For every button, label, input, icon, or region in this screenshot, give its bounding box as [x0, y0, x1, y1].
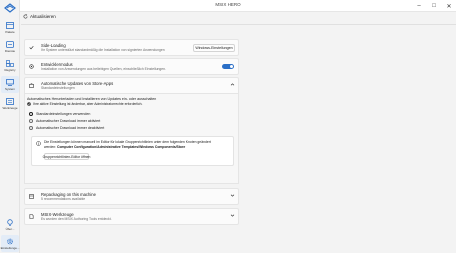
- lightbulb-icon: [6, 218, 15, 226]
- gear-icon: [6, 237, 15, 245]
- minimize-button[interactable]: –: [412, 0, 426, 12]
- group-policy-path: Computer Configuration/Administrative Te…: [57, 144, 186, 149]
- msixtools-card[interactable]: MSIX-Werkzeuge Es wurden den MSIX Author…: [24, 208, 239, 225]
- radio-always-enabled[interactable]: [29, 119, 33, 123]
- sidebar-item-registry[interactable]: Registry: [1, 57, 19, 74]
- sidebar-item-dienste[interactable]: Dienste: [1, 38, 19, 55]
- window-title: MSIX HERO: [215, 2, 241, 7]
- document-icon: [29, 214, 34, 219]
- windows-settings-button[interactable]: Windows-Einstellungen: [193, 44, 235, 52]
- radio-default[interactable]: [29, 112, 33, 116]
- open-group-policy-editor-button[interactable]: Gruppenrichtlinien-Editor öffnen: [43, 153, 90, 160]
- autoupdate-description: Automatisches Herunterladen und Installi…: [27, 97, 157, 101]
- option-always-disabled-label[interactable]: Automatischer Download immer deaktiviert: [36, 126, 104, 130]
- title-bar: MSIX HERO – □ ✕: [0, 0, 456, 12]
- main-content: Aktualisieren Side-Loading Ihr System un…: [21, 12, 456, 253]
- settings-icon: [29, 64, 34, 69]
- registry-icon: [6, 59, 15, 67]
- sideloading-card: Side-Loading Ihr System unterstützt stan…: [24, 39, 239, 56]
- devmode-card: Entwicklermodus Installation von Anwendu…: [24, 58, 239, 75]
- developer-mode-toggle[interactable]: [222, 64, 234, 69]
- refresh-label: Aktualisieren: [30, 14, 56, 19]
- app-logo-icon: [4, 3, 16, 13]
- sidebar-item-label: Dienste: [4, 49, 16, 53]
- card-subtitle: Ihr System unterstützt standardmäßig die…: [41, 48, 165, 52]
- tools-icon: [6, 97, 15, 105]
- repackaging-card[interactable]: Repackaging on this machine 5 recommenda…: [24, 188, 239, 205]
- info-icon: [36, 141, 41, 146]
- check-icon: [29, 45, 34, 50]
- refresh-button[interactable]: Aktualisieren: [23, 14, 56, 19]
- chevron-down-icon[interactable]: [230, 213, 235, 218]
- option-always-enabled-label[interactable]: Automatischer Download immer aktiviert: [36, 119, 100, 123]
- monitor-icon: [6, 78, 15, 86]
- maximize-button[interactable]: □: [427, 0, 441, 12]
- store-icon: [29, 83, 34, 88]
- sidebar-item-label: Über...: [5, 227, 15, 231]
- sidebar-item-settings[interactable]: Einstellunge...: [1, 235, 19, 252]
- card-subtitle: 5 recommendations available: [41, 197, 86, 201]
- autoupdate-card[interactable]: Automatische Updates von Store-Apps Stan…: [24, 77, 239, 94]
- toolbar-divider: [21, 24, 456, 25]
- sidebar-item-label: Werkzeuge: [2, 106, 18, 110]
- chevron-up-icon[interactable]: [230, 82, 235, 87]
- sidebar: Pakete Dienste Registry System Werkzeuge…: [0, 0, 20, 253]
- info-text-line1: Die Einstellungen können manuell im Edit…: [44, 140, 211, 144]
- radio-always-disabled[interactable]: [29, 126, 33, 130]
- close-button[interactable]: ✕: [442, 0, 456, 12]
- card-subtitle: Standardeinstellungen: [41, 86, 75, 90]
- card-subtitle: Installation von Anwendungen aus beliebi…: [41, 67, 166, 71]
- info-text-line2: werden: Computer Configuration/Administr…: [44, 145, 185, 149]
- shield-check-icon: [27, 102, 31, 106]
- card-subtitle: Es wurden den MSIX Authoring Tools entde…: [41, 217, 112, 221]
- group-policy-info-box: Die Einstellungen können manuell im Edit…: [31, 136, 234, 166]
- package-icon: [6, 21, 15, 29]
- info-text-prefix: werden:: [44, 144, 58, 149]
- sidebar-item-werkzeuge[interactable]: Werkzeuge: [1, 95, 19, 112]
- autoupdate-note: Ihre aktive Einstellung ist änderbar, ab…: [33, 102, 143, 106]
- sidebar-item-label: Einstellunge...: [0, 246, 20, 250]
- sidebar-item-pakete[interactable]: Pakete: [1, 19, 19, 36]
- sidebar-item-system[interactable]: System: [1, 76, 19, 93]
- chevron-down-icon[interactable]: [230, 193, 235, 198]
- sidebar-item-label: Pakete: [5, 30, 15, 34]
- services-icon: [6, 40, 15, 48]
- autoupdate-details: Automatisches Herunterladen und Installi…: [24, 94, 239, 184]
- sidebar-item-label: System: [4, 87, 15, 91]
- option-default-label[interactable]: Standardeinstellungen verwenden: [36, 112, 90, 116]
- sidebar-item-label: Registry: [4, 68, 16, 72]
- sidebar-item-about[interactable]: Über...: [1, 216, 19, 233]
- refresh-icon: [23, 14, 28, 19]
- repackage-icon: [29, 194, 34, 199]
